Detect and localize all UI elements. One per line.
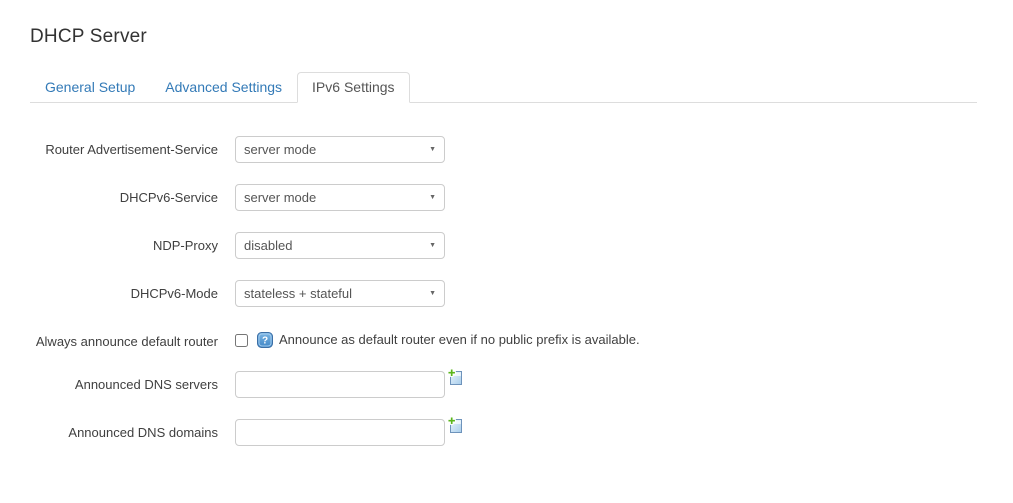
tab-advanced-settings[interactable]: Advanced Settings [150, 72, 297, 103]
form-row-announced-dns-servers: Announced DNS servers [30, 371, 977, 398]
dhcpv6-service-select[interactable]: server mode [235, 184, 445, 211]
field-label-always-announce-default-router: Always announce default router [30, 328, 218, 350]
announced-dns-servers-input[interactable] [235, 371, 445, 398]
tab-bar: General Setup Advanced Settings IPv6 Set… [30, 72, 977, 103]
tab-general-setup[interactable]: General Setup [30, 72, 150, 103]
dhcpv6-mode-select[interactable]: stateless + stateful [235, 280, 445, 307]
form-row-dhcpv6-service: DHCPv6-Service server mode ▼ [30, 184, 977, 211]
router-advertisement-service-select[interactable]: server mode [235, 136, 445, 163]
ndp-proxy-select[interactable]: disabled [235, 232, 445, 259]
field-label-announced-dns-servers: Announced DNS servers [30, 371, 218, 393]
tab-ipv6-settings[interactable]: IPv6 Settings [297, 72, 410, 103]
form-row-ndp-proxy: NDP-Proxy disabled ▼ [30, 232, 977, 259]
form-row-router-advertisement-service: Router Advertisement-Service server mode… [30, 136, 977, 163]
page-title: DHCP Server [30, 26, 977, 48]
svg-text:?: ? [262, 336, 268, 347]
announced-dns-domains-input[interactable] [235, 419, 445, 446]
help-icon: ? [257, 332, 273, 348]
form-row-dhcpv6-mode: DHCPv6-Mode stateless + stateful ▼ [30, 280, 977, 307]
form-row-announced-dns-domains: Announced DNS domains [30, 419, 977, 446]
add-dns-server-button[interactable] [447, 368, 464, 386]
dhcp-server-page: DHCP Server General Setup Advanced Setti… [0, 0, 1013, 446]
field-description: Announce as default router even if no pu… [279, 332, 640, 348]
add-dns-domain-button[interactable] [447, 416, 464, 434]
field-label-router-advertisement-service: Router Advertisement-Service [30, 136, 218, 158]
always-announce-default-router-checkbox[interactable] [235, 334, 248, 347]
form-row-always-announce-default-router: Always announce default router ? [30, 328, 977, 350]
ipv6-settings-form: Router Advertisement-Service server mode… [30, 136, 977, 446]
field-label-announced-dns-domains: Announced DNS domains [30, 419, 218, 441]
add-icon [447, 374, 464, 389]
field-label-dhcpv6-service: DHCPv6-Service [30, 184, 218, 206]
add-icon [447, 422, 464, 437]
field-label-ndp-proxy: NDP-Proxy [30, 232, 218, 254]
field-label-dhcpv6-mode: DHCPv6-Mode [30, 280, 218, 302]
